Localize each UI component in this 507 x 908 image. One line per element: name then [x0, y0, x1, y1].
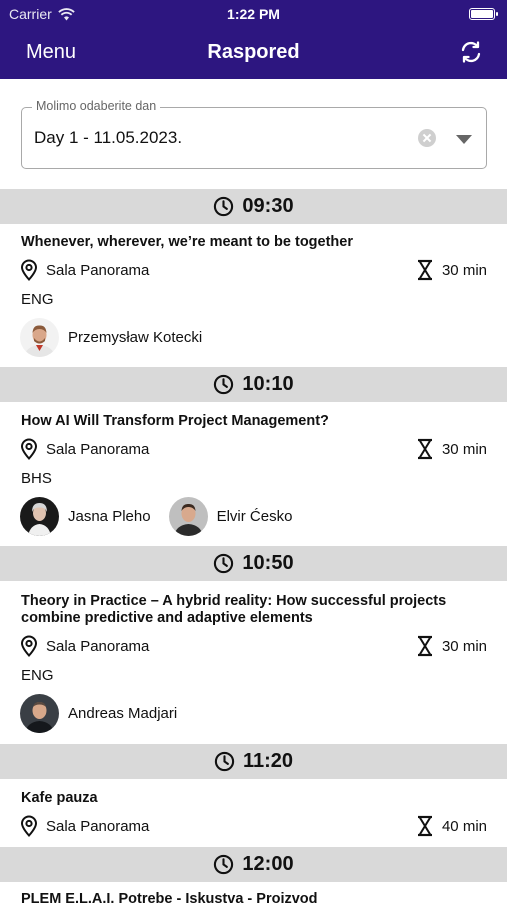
time-slot-label: 11:20 — [242, 750, 294, 772]
session-room: Sala Panorama — [20, 438, 149, 460]
clock-icon — [214, 751, 235, 772]
refresh-icon — [461, 41, 481, 63]
refresh-button[interactable] — [459, 40, 483, 64]
time-slot-header: 11:20 — [0, 744, 507, 779]
day-select-label: Molimo odaberite dan — [32, 99, 161, 113]
status-bar: Carrier 1:22 PM — [0, 0, 507, 28]
session-duration: 30 min — [416, 635, 487, 657]
hourglass-icon — [417, 635, 432, 657]
session-title: How AI Will Transform Project Management… — [21, 413, 329, 429]
session-card[interactable]: PLEM E.L.A.I. Potrebe - Iskustva - Proiz… — [0, 882, 507, 907]
speaker-name: Jasna Pleho — [68, 508, 151, 525]
hourglass-icon — [417, 815, 432, 837]
session-title: Whenever, wherever, we’re meant to be to… — [21, 234, 353, 250]
room-label: Sala Panorama — [46, 261, 150, 279]
time-slot-label: 12:00 — [242, 853, 294, 875]
clock-icon — [214, 854, 234, 875]
avatar — [20, 694, 59, 733]
duration-label: 30 min — [441, 261, 487, 279]
day-select[interactable]: Molimo odaberite dan Day 1 - 11.05.2023. — [21, 99, 487, 169]
session-card[interactable]: Kafe pauza Sala Panorama 40 min — [0, 779, 507, 847]
status-time: 1:22 PM — [227, 6, 280, 22]
hourglass-icon — [417, 438, 432, 460]
clock-icon — [214, 374, 234, 395]
session-card[interactable]: Whenever, wherever, we’re meant to be to… — [0, 224, 507, 367]
session-card[interactable]: Theory in Practice – A hybrid reality: H… — [0, 581, 507, 744]
clock-icon — [214, 196, 234, 217]
location-pin-icon — [20, 259, 38, 281]
duration-label: 40 min — [441, 817, 487, 835]
avatar — [20, 318, 59, 357]
speaker-list: Jasna Pleho Elvir Ćesko — [20, 497, 292, 536]
time-slot-header: 12:00 — [0, 847, 507, 882]
room-label: Sala Panorama — [46, 637, 150, 655]
session-duration: 40 min — [416, 815, 487, 837]
duration-label: 30 min — [441, 637, 487, 655]
session-card[interactable]: How AI Will Transform Project Management… — [0, 402, 507, 546]
session-language: ENG — [21, 667, 54, 684]
speaker-list: Przemysław Kotecki — [20, 318, 202, 357]
location-pin-icon — [20, 635, 38, 657]
location-pin-icon — [20, 815, 38, 837]
clear-icon[interactable] — [418, 129, 436, 147]
time-slot-header: 10:50 — [0, 546, 507, 581]
time-slot-header: 10:10 — [0, 367, 507, 402]
speaker-item[interactable]: Andreas Madjari — [20, 694, 177, 733]
room-label: Sala Panorama — [46, 440, 150, 458]
session-duration: 30 min — [416, 259, 487, 281]
duration-label: 30 min — [441, 440, 487, 458]
session-room: Sala Panorama — [20, 815, 149, 837]
day-select-value: Day 1 - 11.05.2023. — [34, 128, 183, 147]
clock-icon — [214, 553, 234, 574]
session-language: ENG — [21, 291, 54, 308]
time-slot-label: 10:10 — [242, 373, 294, 395]
page-title: Raspored — [207, 41, 300, 63]
time-slot-label: 10:50 — [242, 552, 294, 574]
hourglass-icon — [417, 259, 432, 281]
time-slot-header: 09:30 — [0, 189, 507, 224]
session-language: BHS — [21, 470, 52, 487]
session-title: Theory in Practice – A hybrid reality: H… — [21, 593, 447, 626]
battery-icon — [469, 8, 498, 20]
location-pin-icon — [20, 438, 38, 460]
nav-bar: Menu Raspored — [0, 28, 507, 79]
room-label: Sala Panorama — [46, 817, 150, 835]
dropdown-arrow-icon[interactable] — [456, 135, 472, 144]
avatar — [168, 497, 208, 536]
session-duration: 30 min — [416, 438, 487, 460]
speaker-name: Przemysław Kotecki — [68, 329, 203, 346]
speaker-item[interactable]: Elvir Ćesko — [168, 497, 293, 536]
speaker-item[interactable]: Przemysław Kotecki — [20, 318, 202, 357]
speaker-name: Elvir Ćesko — [216, 508, 293, 525]
avatar — [20, 497, 59, 536]
speaker-name: Andreas Madjari — [68, 705, 178, 722]
time-slot-label: 09:30 — [242, 195, 294, 217]
speaker-list: Andreas Madjari — [20, 694, 177, 733]
session-room: Sala Panorama — [20, 259, 149, 281]
speaker-item[interactable]: Jasna Pleho — [20, 497, 151, 536]
session-room: Sala Panorama — [20, 635, 149, 657]
session-title: Kafe pauza — [21, 790, 98, 806]
